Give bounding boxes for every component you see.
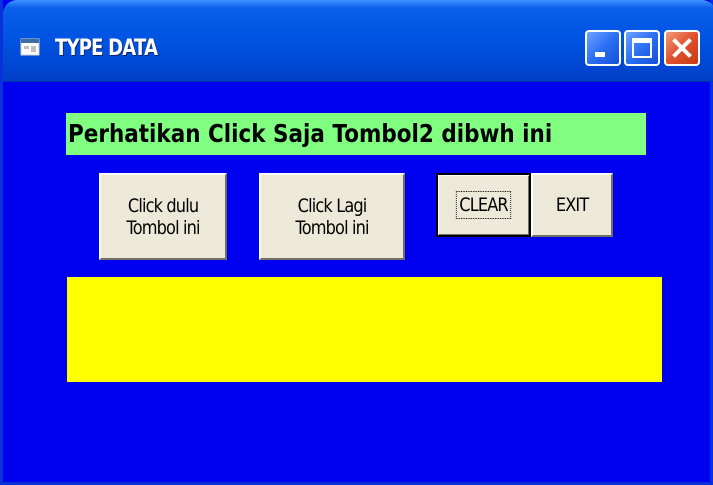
- exit-button-label: EXIT: [555, 194, 589, 216]
- close-icon: [672, 38, 692, 58]
- minimize-button[interactable]: [585, 30, 621, 66]
- window-title: TYPE DATA: [55, 36, 158, 61]
- clear-button-label: CLEAR: [455, 191, 512, 219]
- click-again-button[interactable]: Click Lagi Tombol ini: [259, 173, 405, 260]
- output-label: [67, 277, 662, 382]
- clear-button[interactable]: CLEAR: [436, 173, 531, 237]
- exit-button[interactable]: EXIT: [531, 173, 613, 237]
- close-button[interactable]: [664, 30, 700, 66]
- click-again-button-label: Click Lagi Tombol ini: [295, 194, 369, 239]
- type-data-window: TYPE DATA Perhatikan Click Saja Tombol2 …: [0, 0, 713, 485]
- title-bar[interactable]: TYPE DATA: [3, 0, 713, 82]
- instruction-label: Perhatikan Click Saja Tombol2 dibwh ini: [66, 113, 646, 155]
- click-first-button[interactable]: Click dulu Tombol ini: [99, 173, 227, 260]
- click-first-button-label: Click dulu Tombol ini: [126, 194, 200, 239]
- maximize-icon: [632, 38, 652, 58]
- vb-form-icon: [20, 38, 40, 56]
- instruction-label-text: Perhatikan Click Saja Tombol2 dibwh ini: [68, 119, 553, 148]
- minimize-icon: [595, 52, 605, 57]
- maximize-button[interactable]: [624, 30, 660, 66]
